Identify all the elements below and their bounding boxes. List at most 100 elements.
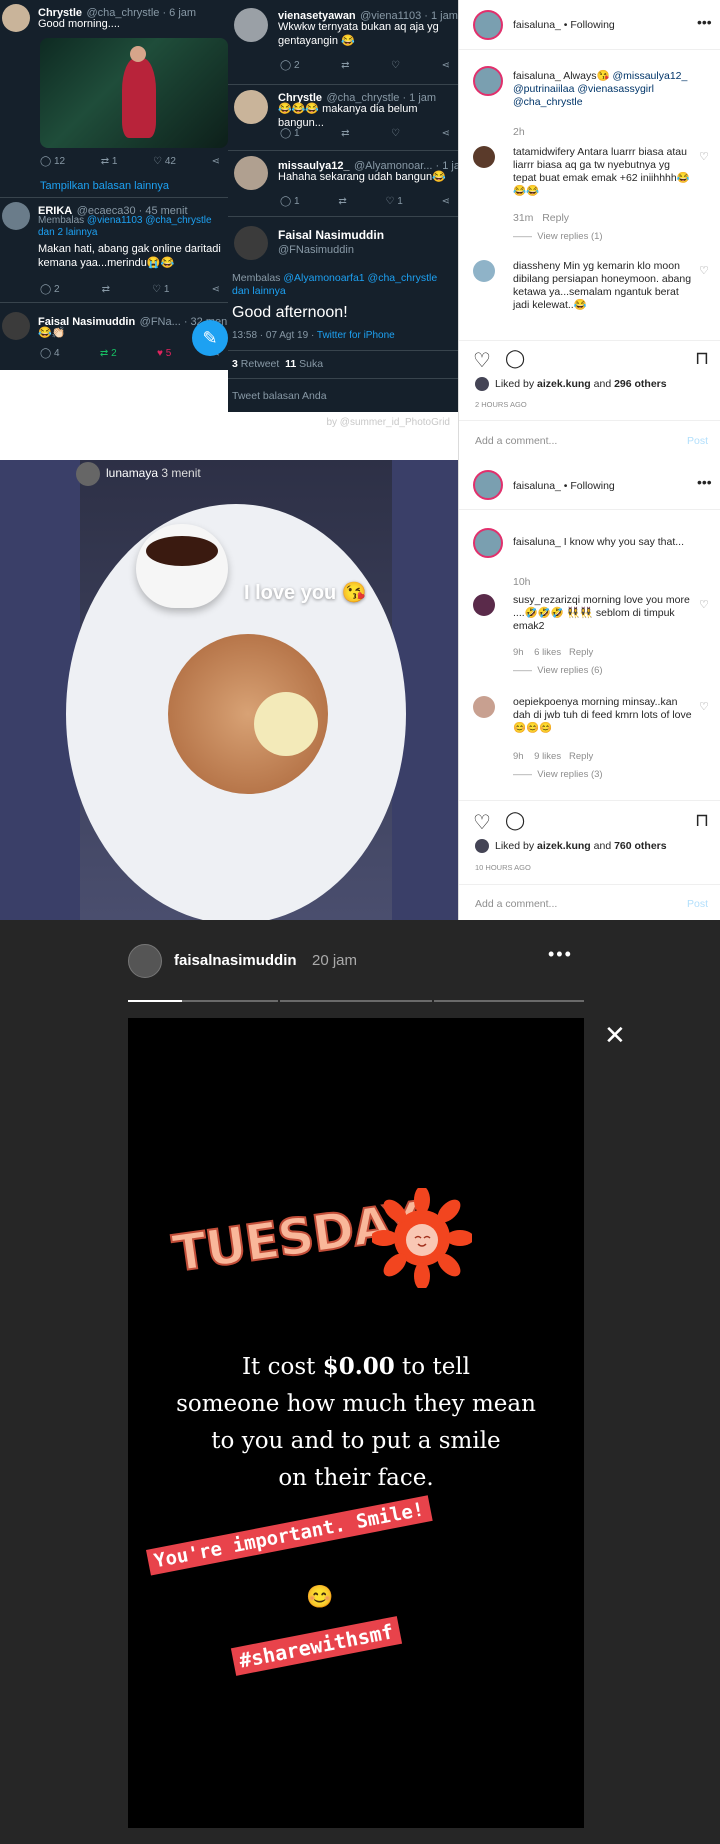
post-comment-button[interactable]: Post xyxy=(687,898,708,911)
avatar[interactable] xyxy=(473,470,503,500)
tweet-faisal[interactable]: Faisal Nasimuddin @FNa... · 32 menit 😂👏🏻… xyxy=(0,304,233,370)
like-comment-icon[interactable]: ♡ xyxy=(699,264,709,277)
post-comment-button[interactable]: Post xyxy=(687,435,708,448)
more-options-icon[interactable]: ••• xyxy=(697,474,712,490)
reply-button[interactable]: Reply xyxy=(542,212,569,224)
reply-icon[interactable]: ◯ 1 xyxy=(280,196,300,207)
add-comment-input[interactable]: Add a comment... xyxy=(475,898,557,911)
reply-button[interactable]: Reply xyxy=(569,647,593,658)
like-count: 42 xyxy=(164,156,176,167)
likes-count[interactable]: 760 others xyxy=(614,840,667,852)
retweet-icon[interactable]: ⇄ xyxy=(102,284,110,295)
reply-icon[interactable]: ◯ 2 xyxy=(280,60,300,71)
like-icon[interactable]: ♡ xyxy=(473,348,491,373)
liked-by-label: Liked by xyxy=(495,840,538,852)
share-icon[interactable]: ⋖ xyxy=(212,156,220,167)
post-username-link[interactable]: faisaluna_ xyxy=(513,19,561,31)
avatar[interactable] xyxy=(128,944,162,978)
following-label[interactable]: • Following xyxy=(564,19,615,31)
post-username-link[interactable]: faisaluna_ xyxy=(513,480,561,492)
tweet-photo[interactable] xyxy=(40,38,228,148)
like-icon[interactable]: ♡ xyxy=(391,128,400,139)
comment-username[interactable]: susy_rezarizqi xyxy=(513,594,580,606)
comment-icon[interactable]: ◯ xyxy=(505,348,525,369)
reply-icon[interactable]: ◯ 2 xyxy=(40,284,60,295)
view-replies[interactable]: —— View replies (6) xyxy=(513,664,603,677)
more-options-icon[interactable]: ••• xyxy=(697,14,712,30)
share-icon[interactable]: ⋖ xyxy=(442,128,450,139)
likes-summary[interactable]: Liked by aizek.kung and 760 others xyxy=(495,840,667,853)
following-label[interactable]: • Following xyxy=(564,480,615,492)
comment-username[interactable]: tatamidwifery xyxy=(513,146,575,158)
retweet-icon[interactable]: ⇄ xyxy=(341,128,349,139)
tweet-text: Good afternoon! xyxy=(232,304,348,321)
like-icon[interactable]: ♡ 1 xyxy=(386,196,403,207)
story-username[interactable]: faisalnasimuddin xyxy=(174,952,297,969)
avatar[interactable] xyxy=(473,10,503,40)
view-replies[interactable]: —— View replies (3) xyxy=(513,768,603,781)
story-frame[interactable]: TUESDAY It cost $0.00 to tell someone ho… xyxy=(128,1018,584,1828)
avatar[interactable] xyxy=(76,462,100,486)
avatar[interactable] xyxy=(473,528,503,558)
close-icon[interactable]: ✕ xyxy=(604,1020,626,1051)
like-icon[interactable]: ♥ 5 xyxy=(157,348,171,359)
tweet-faisal-main[interactable]: Faisal Nasimuddin @FNasimuddin Membalas … xyxy=(228,218,458,412)
share-icon[interactable]: ⋖ xyxy=(212,284,220,295)
avatar[interactable] xyxy=(473,696,495,718)
share-icon[interactable]: ⋖ xyxy=(442,196,450,207)
comment-username[interactable]: diassheny xyxy=(513,260,560,272)
reply-icon[interactable]: ◯ 4 xyxy=(40,348,60,359)
view-replies[interactable]: —— View replies (1) xyxy=(513,230,603,243)
story-username[interactable]: lunamaya xyxy=(106,466,158,480)
like-icon[interactable]: ♡ xyxy=(391,60,400,71)
tweet-source-link[interactable]: Twitter for iPhone xyxy=(317,330,395,341)
reply-count: 2 xyxy=(293,60,300,71)
avatar[interactable] xyxy=(473,594,495,616)
likes-summary[interactable]: Liked by aizek.kung and 296 others xyxy=(495,378,667,391)
tweet-chrystle[interactable]: Chrystle @cha_chrystle · 6 jam Good morn… xyxy=(0,0,232,150)
retweet-label[interactable]: Retweet xyxy=(241,358,280,370)
like-comment-icon[interactable]: ♡ xyxy=(699,700,709,713)
show-more-replies-link[interactable]: Tampilkan balasan lainnya xyxy=(40,180,169,192)
save-icon[interactable]: ⊓ xyxy=(695,810,709,831)
more-options-icon[interactable]: ••• xyxy=(548,944,573,965)
compose-fab[interactable]: ✎ xyxy=(192,320,228,356)
retweet-icon[interactable]: ⇄ 2 xyxy=(100,348,117,359)
caption-username[interactable]: faisaluna_ xyxy=(513,70,561,82)
hashtag-sticker[interactable]: #sharewithsmf xyxy=(230,1616,402,1676)
reply-compose-input[interactable]: Tweet balasan Anda xyxy=(232,390,327,402)
comment-likes[interactable]: 6 likes xyxy=(534,647,561,658)
comment-likes[interactable]: 9 likes xyxy=(534,751,561,762)
like-icon[interactable]: ♡ xyxy=(473,810,491,835)
reply-icon[interactable]: ◯ 12 xyxy=(40,156,65,167)
like-icon[interactable]: ♡ 1 xyxy=(152,284,169,295)
like-comment-icon[interactable]: ♡ xyxy=(699,150,709,163)
reply-icon[interactable]: ◯ 1 xyxy=(280,128,300,139)
retweet-icon[interactable]: ⇄ 1 xyxy=(101,156,118,167)
save-icon[interactable]: ⊓ xyxy=(695,348,709,369)
share-icon[interactable]: ⋖ xyxy=(442,60,450,71)
tweet-viena[interactable]: vienasetyawan @viena1103 · 1 jam Wkwkw t… xyxy=(228,0,458,84)
liker-name[interactable]: aizek.kung xyxy=(537,840,591,852)
like-comment-icon[interactable]: ♡ xyxy=(699,598,709,611)
comment-icon[interactable]: ◯ xyxy=(505,810,525,831)
liker-name[interactable]: aizek.kung xyxy=(537,378,591,390)
add-comment-input[interactable]: Add a comment... xyxy=(475,435,557,448)
story-progress-bar xyxy=(182,1000,278,1002)
quote-line: on their face. xyxy=(278,1465,434,1491)
comment-username[interactable]: oepiekpoenya xyxy=(513,696,578,708)
tweet-missaulya[interactable]: missaulya12_ @Alyamonoar... · 1 jam Haha… xyxy=(228,152,469,216)
instagram-post-1: faisaluna_ • Following ••• faisaluna_ Al… xyxy=(458,0,720,460)
avatar[interactable] xyxy=(473,146,495,168)
reply-button[interactable]: Reply xyxy=(569,751,593,762)
likes-count[interactable]: 296 others xyxy=(614,378,667,390)
retweet-icon[interactable]: ⇄ xyxy=(338,196,346,207)
tweet-chrystle-reply[interactable]: Chrystle @cha_chrystle · 1 jam 😂😂😂 makan… xyxy=(228,86,458,152)
avatar[interactable] xyxy=(473,260,495,282)
avatar[interactable] xyxy=(473,66,503,96)
like-label[interactable]: Suka xyxy=(299,358,323,370)
caption-username[interactable]: faisaluna_ xyxy=(513,536,561,548)
like-icon[interactable]: ♡ 42 xyxy=(153,156,176,167)
retweet-icon[interactable]: ⇄ xyxy=(341,60,349,71)
tweet-erika[interactable]: ERIKA @ecaeca30 · 45 menit Membalas @vie… xyxy=(0,198,232,298)
